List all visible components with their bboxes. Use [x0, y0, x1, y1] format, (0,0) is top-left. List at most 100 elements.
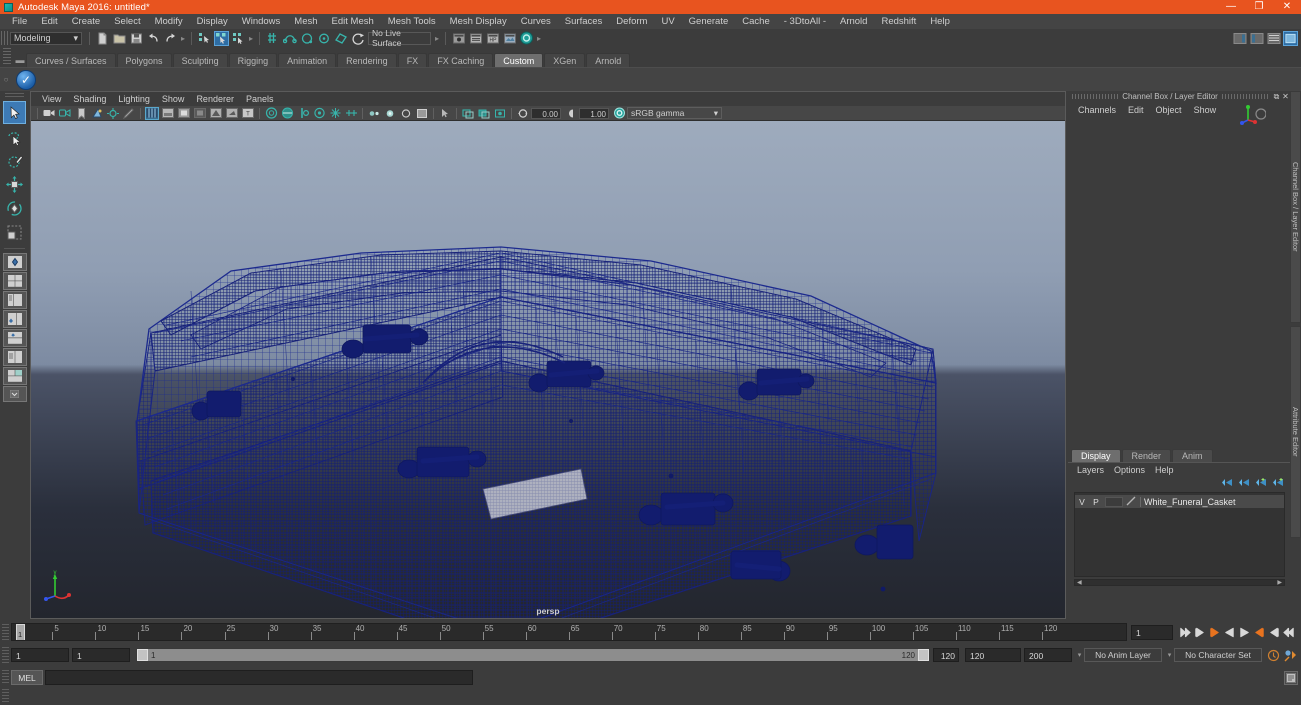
- select-camera-icon[interactable]: [42, 107, 56, 120]
- playback-options-chevron-icon[interactable]: ▾: [1075, 651, 1084, 659]
- snap-curve-icon[interactable]: [282, 31, 297, 46]
- shelf-tab-arnold[interactable]: Arnold: [586, 53, 631, 67]
- live-surface-field[interactable]: No Live Surface: [368, 28, 431, 48]
- statusline-collapse-3[interactable]: ▸: [433, 32, 441, 45]
- layout-persp-outliner-button[interactable]: [2, 310, 27, 328]
- statusline-collapse-1[interactable]: ▸: [179, 32, 187, 45]
- anim-layer-chevron-icon[interactable]: ▾: [1165, 651, 1174, 659]
- render-view-icon[interactable]: [502, 31, 517, 46]
- move-tool-button[interactable]: [3, 173, 26, 196]
- viewport-menu-renderer[interactable]: Renderer: [190, 92, 240, 107]
- layer-state-box[interactable]: [1105, 496, 1123, 507]
- panel-undock-icon[interactable]: ⧉: [1272, 92, 1281, 101]
- menu-item-cache[interactable]: Cache: [735, 14, 776, 29]
- time-cursor[interactable]: 1: [16, 624, 25, 640]
- xray-joints-icon[interactable]: [367, 107, 381, 120]
- bookmark-icon[interactable]: [74, 107, 88, 120]
- channel-box-content[interactable]: [1068, 118, 1290, 448]
- step-forward-keyframe-button[interactable]: [1268, 625, 1281, 640]
- side-tab-attribute-editor[interactable]: Attribute Editor: [1290, 326, 1301, 538]
- menu-item-arnold[interactable]: Arnold: [833, 14, 874, 29]
- multisample-aa-icon[interactable]: [296, 107, 310, 120]
- command-line-grip[interactable]: [2, 670, 9, 685]
- shelf-tab-xgen[interactable]: XGen: [544, 53, 586, 67]
- channelbox-menu-show[interactable]: Show: [1188, 103, 1223, 118]
- time-slider-grip[interactable]: [2, 624, 9, 640]
- menuset-dropdown[interactable]: Modeling ▾: [10, 31, 82, 45]
- shelf-tab-fx[interactable]: FX: [397, 53, 428, 67]
- shelf-tab-fx-caching[interactable]: FX Caching: [428, 53, 494, 67]
- shelf-tab-rendering[interactable]: Rendering: [337, 53, 397, 67]
- panel-drag-dots-left[interactable]: [1072, 94, 1119, 99]
- layer-editor-tab-render[interactable]: Render: [1121, 449, 1172, 462]
- command-input-field[interactable]: [45, 670, 473, 685]
- render-sequence-icon[interactable]: [477, 107, 491, 120]
- xray-icon[interactable]: [344, 107, 358, 120]
- sidebar-channelbox-toggle-icon[interactable]: [1266, 31, 1281, 46]
- paint-select-tool-button[interactable]: [3, 149, 26, 172]
- menu-item-windows[interactable]: Windows: [235, 14, 288, 29]
- layer-move-down-icon[interactable]: [1239, 478, 1250, 490]
- layer-name[interactable]: White_Funeral_Casket: [1140, 496, 1236, 507]
- make-live-icon[interactable]: [350, 31, 365, 46]
- statusline-grip[interactable]: [1, 31, 8, 45]
- range-handle-left[interactable]: [137, 649, 148, 661]
- xray-active-components-icon[interactable]: [383, 107, 397, 120]
- create-empty-layer-icon[interactable]: [1256, 477, 1267, 490]
- layout-more-button[interactable]: [2, 386, 27, 402]
- channelbox-menu-channels[interactable]: Channels: [1072, 103, 1122, 118]
- select-object-icon[interactable]: [214, 30, 229, 46]
- range-bar-fill[interactable]: 1 120: [137, 649, 929, 661]
- range-end-field[interactable]: 120: [965, 648, 1021, 662]
- panel-close-icon[interactable]: ✕: [1281, 92, 1290, 101]
- layer-playback-toggle[interactable]: P: [1089, 497, 1103, 507]
- create-layer-from-selected-icon[interactable]: [1273, 477, 1284, 490]
- statusline-collapse-4[interactable]: ▸: [535, 32, 543, 45]
- statusline-collapse-2[interactable]: ▸: [247, 32, 255, 45]
- current-frame-field[interactable]: 1: [1131, 624, 1173, 640]
- render-region-icon[interactable]: [461, 107, 475, 120]
- shading-textured-icon[interactable]: [193, 107, 207, 120]
- play-backwards-button[interactable]: [1223, 625, 1236, 640]
- image-plane-icon[interactable]: [90, 107, 104, 120]
- layer-editor-tab-anim[interactable]: Anim: [1172, 449, 1213, 462]
- select-gizmo-icon[interactable]: [438, 107, 452, 120]
- outliner-editor-icon[interactable]: [468, 31, 483, 46]
- menu-item-uv[interactable]: UV: [654, 14, 681, 29]
- shelf-tab-curves-surfaces[interactable]: Curves / Surfaces: [26, 53, 116, 67]
- menu-item-generate[interactable]: Generate: [682, 14, 736, 29]
- camera-attributes-icon[interactable]: [58, 107, 72, 120]
- menu-item-mesh-tools[interactable]: Mesh Tools: [381, 14, 443, 29]
- menu-item-help[interactable]: Help: [923, 14, 957, 29]
- shelf-tab-polygons[interactable]: Polygons: [116, 53, 172, 67]
- twoD-pan-zoom-icon[interactable]: [106, 107, 120, 120]
- layer-menu-help[interactable]: Help: [1150, 463, 1179, 478]
- exposure-gauge-icon[interactable]: [516, 107, 530, 120]
- range-bar[interactable]: 1 120: [136, 648, 930, 662]
- range-start-field[interactable]: 1: [72, 648, 130, 662]
- shading-smooth-icon[interactable]: [161, 107, 175, 120]
- panel-drag-dots-right[interactable]: [1221, 94, 1269, 99]
- layer-visibility-toggle[interactable]: V: [1075, 497, 1089, 507]
- close-button[interactable]: ✕: [1273, 0, 1301, 14]
- scale-tool-button[interactable]: [3, 221, 26, 244]
- menu-item-mesh[interactable]: Mesh: [287, 14, 324, 29]
- lighting-default-icon[interactable]: [209, 107, 223, 120]
- minimize-button[interactable]: —: [1217, 0, 1245, 14]
- time-slider-track[interactable]: 1 5 10 15 20 25 30 35 40 45 50 55 60 65 70 75 80 85 90 95 1…: [11, 623, 1127, 641]
- shelf-options-icon[interactable]: ○: [0, 69, 12, 91]
- menu-item-surfaces[interactable]: Surfaces: [558, 14, 610, 29]
- shelf-tab-menu-icon[interactable]: ▬: [14, 53, 26, 67]
- menu-item-create[interactable]: Create: [65, 14, 108, 29]
- playback-end-display[interactable]: 120: [933, 648, 959, 662]
- layout-uv-editor-button[interactable]: [2, 367, 27, 385]
- select-component-icon[interactable]: [231, 31, 246, 46]
- layer-editor-tab-display[interactable]: Display: [1071, 449, 1121, 462]
- layer-menu-options[interactable]: Options: [1109, 463, 1150, 478]
- shading-wireframe-icon[interactable]: [145, 106, 159, 120]
- snap-projectcenter-icon[interactable]: [316, 31, 331, 46]
- layout-outliner-persp-button[interactable]: [2, 291, 27, 309]
- viewport-display-mode-icon[interactable]: [415, 107, 429, 120]
- layer-list[interactable]: V P White_Funeral_Casket: [1074, 492, 1285, 577]
- range-slider-grip[interactable]: [2, 647, 9, 663]
